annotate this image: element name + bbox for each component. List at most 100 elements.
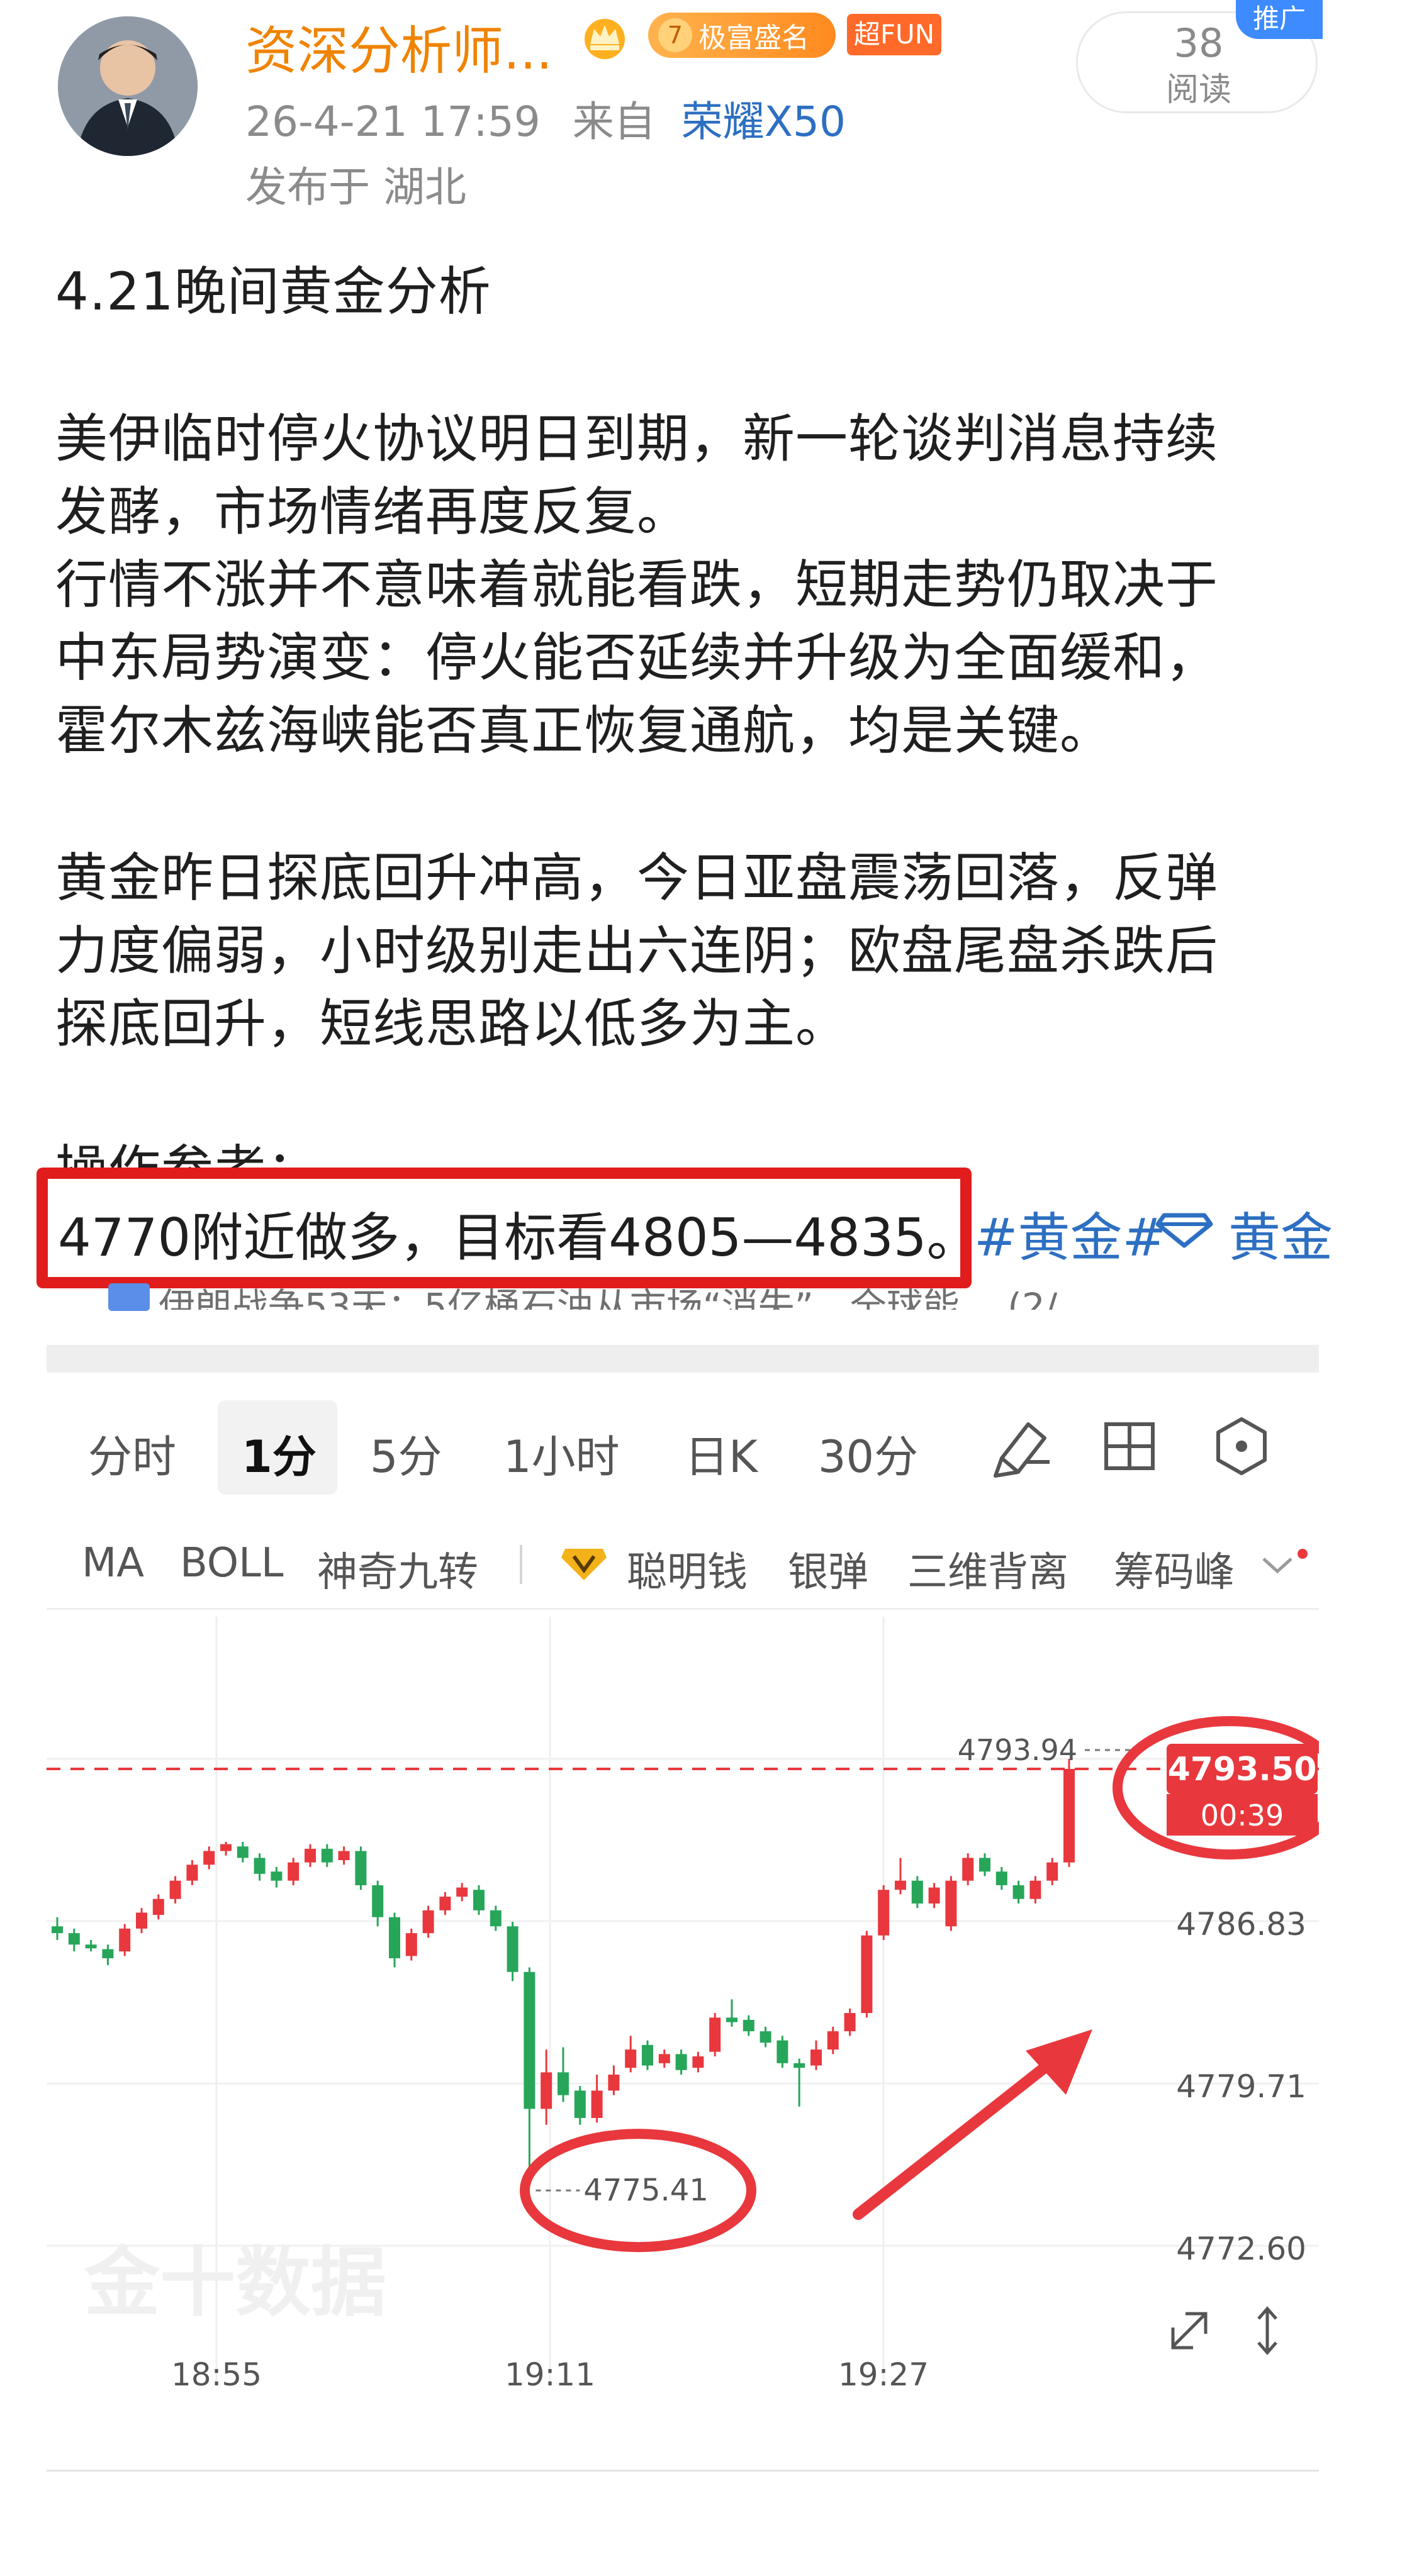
level-badge[interactable]: 7 极富盛名 (648, 13, 836, 58)
candle-body (827, 2031, 839, 2050)
current-price-value: 4793.50 (1168, 1751, 1317, 1788)
y-tick-label: 4779.71 (1176, 2068, 1306, 2105)
candle-body (355, 1851, 367, 1885)
x-tick-label: 19:27 (838, 2356, 929, 2393)
candle-body (456, 1887, 468, 1897)
paragraph-line: 发酵，市场情绪再度反复。 (55, 481, 690, 542)
indicator-smart-money[interactable]: 聪明钱 (627, 1540, 748, 1598)
grid-layout-icon[interactable] (1095, 1412, 1164, 1481)
related-article-peek[interactable]: 伊朗战争53天：5亿桶石油从市场“消失”，全球能… (2/ (159, 1277, 1057, 1310)
fun-badge[interactable]: 超FUN (847, 14, 941, 55)
candle-body (608, 2074, 620, 2091)
operation-line: 4770附近做多，目标看4805—4835。 (58, 1207, 979, 1268)
vip-diamond-icon (559, 1542, 609, 1584)
candle-body (186, 1865, 198, 1881)
promo-tag[interactable]: 推广 (1236, 0, 1323, 39)
article-icon (108, 1283, 150, 1311)
candle-body (861, 1935, 873, 2014)
level-badge-text: 极富盛名 (698, 22, 809, 54)
read-label: 阅读 (1165, 71, 1231, 109)
post-location: 发布于 湖北 (245, 163, 466, 211)
candle-body (776, 2040, 788, 2063)
candle-body (675, 2054, 687, 2070)
candle-body (642, 2044, 653, 2066)
post-meta: 26-4-21 17:59 来自 荣耀X50 (245, 88, 846, 148)
candle-body (1063, 1768, 1075, 1863)
candle-body (405, 1933, 417, 1956)
topic-tag[interactable]: #黄金# (974, 1195, 1166, 1271)
from-label: 来自 (572, 98, 656, 146)
indicator-ma[interactable]: MA (82, 1540, 144, 1586)
candle-body (574, 2090, 586, 2118)
candle-body (439, 1897, 451, 1910)
trend-arrow-shaft (853, 2045, 1072, 2220)
candle-body (979, 1858, 990, 1872)
chevron-down-icon[interactable] (1260, 1551, 1295, 1579)
candle-body (591, 2090, 603, 2118)
tab-5min[interactable]: 5分 (370, 1422, 442, 1485)
indicator-magic-nine[interactable]: 神奇九转 (317, 1540, 478, 1598)
tab-1hour[interactable]: 1小时 (503, 1422, 620, 1485)
candle-body (507, 1926, 519, 1972)
indicator-boll[interactable]: BOLL (180, 1540, 283, 1586)
vertical-resize-icon[interactable] (1257, 2306, 1277, 2355)
candle-body (793, 2063, 805, 2068)
candle-body (389, 1917, 400, 1958)
countdown-value: 00:39 (1201, 1798, 1284, 1832)
candle-body (743, 2019, 754, 2032)
candle-body (102, 1949, 114, 1958)
watermark-text: 金十数据 (84, 2241, 386, 2325)
paragraph-line: 黄金昨日探底回升冲高，今日亚盘震荡回落，反弹 (55, 847, 1218, 908)
candle-body (760, 2031, 771, 2043)
draw-pen-icon[interactable] (988, 1412, 1057, 1481)
author-name[interactable]: 资深分析师... (245, 9, 552, 84)
tab-30min[interactable]: 30分 (818, 1422, 918, 1485)
candle-body (52, 1926, 63, 1934)
tab-1min[interactable]: 1分 (242, 1422, 317, 1485)
device-link[interactable]: 荣耀X50 (681, 98, 846, 146)
level-number: 7 (658, 18, 692, 52)
candle-body (473, 1890, 485, 1910)
candle-body (878, 1890, 890, 1936)
candle-body (136, 1912, 147, 1929)
candle-body (524, 1971, 535, 2109)
paragraph-line: 行情不涨并不意味着就能看跌，短期走势仍取决于 (55, 554, 1218, 615)
diamond-icon (1155, 1210, 1213, 1248)
candle-body (1046, 1862, 1058, 1881)
high-price-label: 4793.94 (958, 1733, 1077, 1767)
candle-body (321, 1848, 333, 1863)
candle-body (338, 1851, 350, 1861)
expand-icon[interactable] (1171, 2312, 1208, 2350)
candle-body (558, 2072, 569, 2095)
author-avatar[interactable] (58, 16, 198, 156)
candle-body (911, 1880, 923, 1904)
candle-body (288, 1862, 300, 1881)
candle-body (220, 1844, 232, 1851)
hexagon-settings-icon[interactable] (1207, 1412, 1276, 1481)
candle-body (709, 2017, 721, 2052)
indicator-3d-divergence[interactable]: 三维背离 (907, 1540, 1068, 1598)
candle-body (625, 2049, 637, 2068)
candle-body (68, 1933, 80, 1945)
crown-icon (578, 11, 632, 60)
candle-body (810, 2049, 822, 2066)
candle-body (422, 1910, 434, 1934)
tab-daily-k[interactable]: 日K (685, 1422, 758, 1485)
paragraph-line: 美伊临时停火协议明日到期，新一轮谈判消息持续 (55, 408, 1218, 469)
candle-body (692, 2056, 704, 2068)
topic-tag-gold[interactable]: 黄金 (1228, 1195, 1333, 1271)
chart-bottom-divider (47, 2470, 1319, 2472)
paragraph-line: 中东局势演变：停火能否延续并升级为全面缓和， (55, 627, 1218, 688)
tab-timeshare[interactable]: 分时 (88, 1422, 176, 1485)
candle-body (541, 2072, 552, 2109)
chart-top-divider (47, 1608, 1319, 1610)
paragraph-line: 霍尔木兹海峡能否真正恢复通航，均是关键。 (55, 700, 1113, 761)
indicator-chip-peak[interactable]: 筹码峰 (1114, 1540, 1235, 1598)
x-tick-label: 18:55 (171, 2356, 262, 2393)
indicator-silver-bullet[interactable]: 银弹 (788, 1540, 868, 1598)
candle-body (237, 1846, 249, 1858)
read-count: 38 (1174, 20, 1224, 66)
candle-body (254, 1858, 266, 1874)
candle-body (844, 2013, 856, 2032)
candlestick-chart[interactable]: 金十数据 4786.83 4779.71 4772.60 4793.94 4775.41 4… (47, 1617, 1319, 2397)
